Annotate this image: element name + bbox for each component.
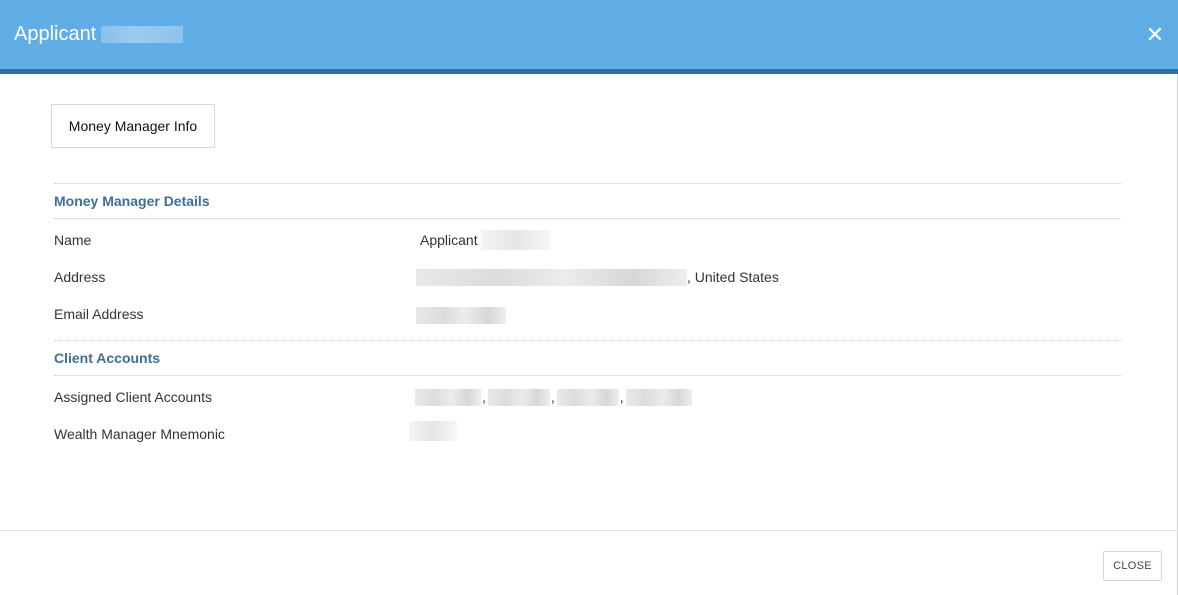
section-divider	[54, 218, 1122, 219]
redacted-name	[480, 230, 551, 250]
modal-header: Applicant ✕	[0, 0, 1178, 74]
name-value: Applicant	[420, 230, 551, 250]
assigned-client-accounts-label: Assigned Client Accounts	[54, 389, 212, 405]
address-value: , United States	[416, 267, 779, 287]
name-label: Name	[54, 232, 92, 248]
section-divider	[54, 340, 1122, 341]
address-country: , United States	[687, 269, 779, 285]
tab-label: Money Manager Info	[68, 118, 198, 134]
section-divider	[54, 183, 1122, 184]
email-value	[416, 305, 506, 325]
applicant-modal: Applicant ✕ Money Manager Info Money Man…	[0, 0, 1178, 595]
close-button[interactable]: CLOSE	[1103, 551, 1162, 581]
wealth-manager-mnemonic-value	[409, 421, 457, 441]
email-label: Email Address	[54, 306, 144, 322]
assigned-client-accounts-value: , , ,	[415, 387, 692, 407]
section-divider	[54, 375, 1122, 376]
section-heading-money-manager-details: Money Manager Details	[54, 193, 210, 209]
modal-title-text: Applicant	[14, 22, 97, 45]
wealth-manager-mnemonic-label: Wealth Manager Mnemonic	[54, 426, 225, 442]
tab-money-manager-info[interactable]: Money Manager Info	[51, 104, 215, 148]
redacted-applicant-id	[101, 25, 184, 43]
address-label: Address	[54, 269, 106, 285]
redacted-account	[415, 388, 481, 406]
close-icon[interactable]: ✕	[1145, 24, 1165, 46]
redacted-account	[556, 388, 619, 406]
redacted-email	[416, 306, 506, 324]
section-heading-client-accounts: Client Accounts	[54, 350, 161, 366]
modal-title: Applicant	[14, 22, 184, 46]
name-value-text: Applicant	[420, 232, 478, 248]
redacted-account	[625, 388, 692, 406]
redacted-account	[487, 388, 550, 406]
redacted-address	[416, 268, 687, 286]
footer-divider	[0, 530, 1178, 531]
redacted-mnemonic	[409, 421, 457, 441]
